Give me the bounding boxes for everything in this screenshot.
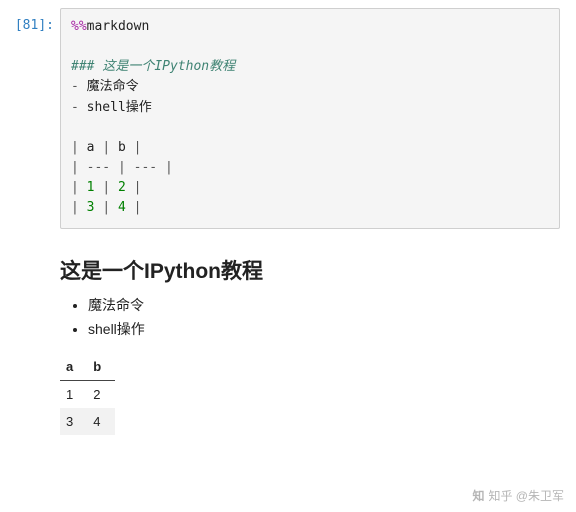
bullet2-text: shell操作: [87, 100, 152, 115]
r2a: 3: [87, 200, 95, 215]
cell-output: 这是一个IPython教程 魔法命令 shell操作 a b 1 2 3 4: [60, 229, 560, 435]
sep: ---: [134, 160, 157, 175]
magic-percent: %%: [71, 19, 87, 34]
rendered-list: 魔法命令 shell操作: [60, 295, 560, 339]
rendered-heading: 这是一个IPython教程: [60, 255, 560, 285]
pipe: |: [71, 200, 79, 215]
pipe: |: [71, 160, 79, 175]
watermark-text: 知乎 @朱卫军: [488, 487, 564, 504]
r1a: 1: [87, 180, 95, 195]
input-prompt: [81]:: [8, 8, 60, 33]
td: 2: [87, 381, 115, 409]
r1b: 2: [118, 180, 126, 195]
bullet1-text: 魔法命令: [87, 79, 139, 94]
watermark: 知 知乎 @朱卫军: [472, 487, 564, 504]
table-row: 3 4: [60, 408, 115, 435]
th: a: [60, 353, 87, 381]
list-item: 魔法命令: [88, 295, 560, 315]
td: 1: [60, 381, 87, 409]
magic-name: markdown: [87, 19, 150, 34]
r2b: 4: [118, 200, 126, 215]
pipe: |: [134, 200, 142, 215]
pipe: |: [71, 140, 79, 155]
th-a: a: [87, 140, 95, 155]
pipe: |: [165, 160, 173, 175]
table-row: 1 2: [60, 381, 115, 409]
pipe: |: [134, 140, 142, 155]
td: 3: [60, 408, 87, 435]
th: b: [87, 353, 115, 381]
bullet-dash: -: [71, 100, 79, 115]
md-heading-source: ### 这是一个IPython教程: [71, 59, 235, 74]
pipe: |: [118, 160, 126, 175]
code-input-area[interactable]: %%markdown ### 这是一个IPython教程 - 魔法命令 - sh…: [60, 8, 560, 229]
td: 4: [87, 408, 115, 435]
rendered-table: a b 1 2 3 4: [60, 353, 115, 435]
notebook-cell: [81]: %%markdown ### 这是一个IPython教程 - 魔法命…: [8, 8, 560, 229]
pipe: |: [102, 200, 110, 215]
pipe: |: [134, 180, 142, 195]
pipe: |: [71, 180, 79, 195]
pipe: |: [102, 180, 110, 195]
pipe: |: [102, 140, 110, 155]
sep: ---: [87, 160, 110, 175]
bullet-dash: -: [71, 79, 79, 94]
list-item: shell操作: [88, 319, 560, 339]
th-b: b: [118, 140, 126, 155]
zhihu-logo-icon: 知: [472, 487, 484, 504]
